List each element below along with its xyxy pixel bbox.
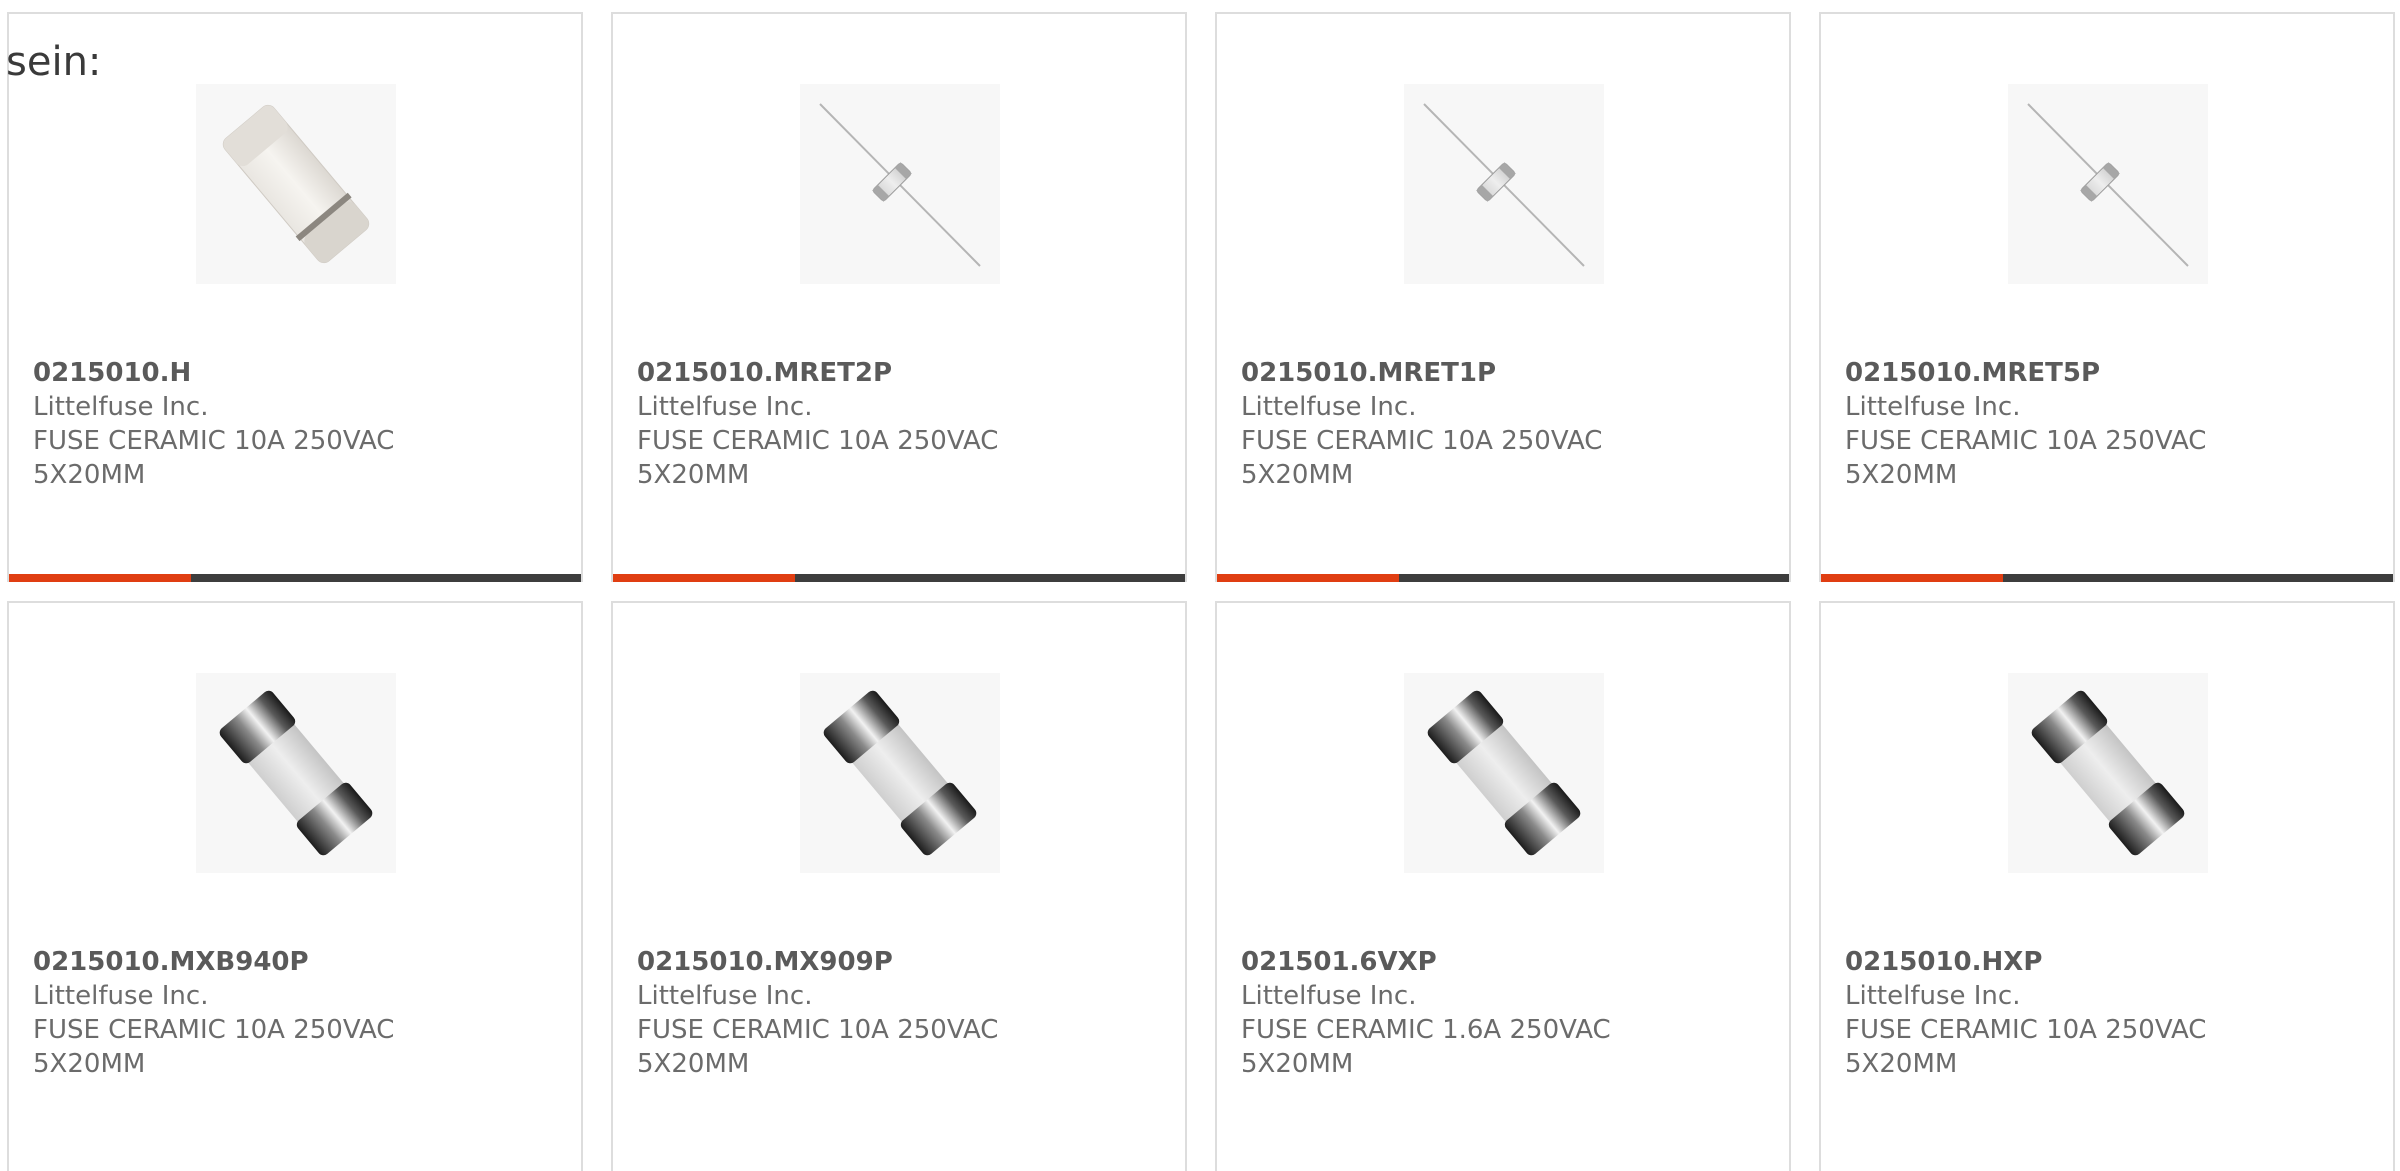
cartridge-fuse-metal-caps-icon <box>2031 690 2185 856</box>
description-line-2: 5X20MM <box>33 460 146 490</box>
description-line-1: FUSE CERAMIC 10A 250VAC <box>33 426 395 456</box>
part-number-link[interactable]: 0215010.MX909P <box>637 945 1157 979</box>
description-line-2: 5X20MM <box>1845 460 1958 490</box>
card-footer-bar <box>1217 574 1789 582</box>
part-number-link[interactable]: 0215010.HXP <box>1845 945 2365 979</box>
part-number-link[interactable]: 0215010.MRET5P <box>1845 356 2365 390</box>
product-image[interactable] <box>800 673 1000 873</box>
manufacturer: Littelfuse Inc. <box>33 981 209 1011</box>
description-line-2: 5X20MM <box>33 1049 146 1079</box>
card-footer-accent <box>1217 574 1399 582</box>
axial-lead-fuse-icon <box>1423 103 1585 267</box>
axial-lead-fuse-icon <box>819 103 981 267</box>
product-card[interactable]: 0215010.HXP Littelfuse Inc. FUSE CERAMIC… <box>1819 601 2395 1171</box>
product-card[interactable]: 0215010.MX909P Littelfuse Inc. FUSE CERA… <box>611 601 1187 1171</box>
card-footer-accent <box>1821 574 2003 582</box>
product-info: 0215010.MRET1P Littelfuse Inc. FUSE CERA… <box>1241 356 1761 492</box>
cartridge-fuse-metal-caps-icon <box>823 690 977 856</box>
manufacturer: Littelfuse Inc. <box>1845 981 2021 1011</box>
product-info: 021501.6VXP Littelfuse Inc. FUSE CERAMIC… <box>1241 945 1761 1081</box>
product-card[interactable]: 021501.6VXP Littelfuse Inc. FUSE CERAMIC… <box>1215 601 1791 1171</box>
card-footer-accent <box>9 574 191 582</box>
cartridge-fuse-metal-caps-icon <box>219 690 373 856</box>
description-line-2: 5X20MM <box>637 460 750 490</box>
manufacturer: Littelfuse Inc. <box>33 392 209 422</box>
card-footer-bar <box>613 574 1185 582</box>
cartridge-fuse-metal-caps-icon <box>1427 690 1581 856</box>
part-number-link[interactable]: 021501.6VXP <box>1241 945 1761 979</box>
manufacturer: Littelfuse Inc. <box>637 392 813 422</box>
product-image[interactable] <box>1404 84 1604 284</box>
product-card[interactable]: 0215010.MRET5P Littelfuse Inc. FUSE CERA… <box>1819 12 2395 582</box>
part-number-link[interactable]: 0215010.H <box>33 356 553 390</box>
product-image[interactable] <box>2008 673 2208 873</box>
card-footer-bar <box>1821 574 2393 582</box>
intro-text: sein: <box>6 39 102 85</box>
product-card[interactable]: 0215010.MRET1P Littelfuse Inc. FUSE CERA… <box>1215 12 1791 582</box>
description-line-1: FUSE CERAMIC 10A 250VAC <box>637 426 999 456</box>
product-image[interactable] <box>800 84 1000 284</box>
description-line-1: FUSE CERAMIC 10A 250VAC <box>1845 1015 2207 1045</box>
card-footer-bar <box>9 574 581 582</box>
product-image[interactable] <box>2008 84 2208 284</box>
product-card[interactable]: 0215010.H Littelfuse Inc. FUSE CERAMIC 1… <box>7 12 583 582</box>
description-line-1: FUSE CERAMIC 10A 250VAC <box>1845 426 2207 456</box>
product-info: 0215010.MRET2P Littelfuse Inc. FUSE CERA… <box>637 356 1157 492</box>
part-number-link[interactable]: 0215010.MRET1P <box>1241 356 1761 390</box>
product-image[interactable] <box>1404 673 1604 873</box>
description-line-1: FUSE CERAMIC 10A 250VAC <box>1241 426 1603 456</box>
product-card[interactable]: 0215010.MXB940P Littelfuse Inc. FUSE CER… <box>7 601 583 1171</box>
part-number-link[interactable]: 0215010.MXB940P <box>33 945 553 979</box>
product-info: 0215010.HXP Littelfuse Inc. FUSE CERAMIC… <box>1845 945 2365 1081</box>
description-line-1: FUSE CERAMIC 10A 250VAC <box>33 1015 395 1045</box>
product-info: 0215010.MX909P Littelfuse Inc. FUSE CERA… <box>637 945 1157 1081</box>
product-info: 0215010.MXB940P Littelfuse Inc. FUSE CER… <box>33 945 553 1081</box>
axial-lead-fuse-icon <box>2027 103 2189 267</box>
description-line-1: FUSE CERAMIC 1.6A 250VAC <box>1241 1015 1611 1045</box>
product-card[interactable]: 0215010.MRET2P Littelfuse Inc. FUSE CERA… <box>611 12 1187 582</box>
ceramic-fuse-white-icon <box>222 104 370 264</box>
manufacturer: Littelfuse Inc. <box>1241 981 1417 1011</box>
product-info: 0215010.MRET5P Littelfuse Inc. FUSE CERA… <box>1845 356 2365 492</box>
product-image[interactable] <box>196 673 396 873</box>
description-line-2: 5X20MM <box>1241 460 1354 490</box>
manufacturer: Littelfuse Inc. <box>1845 392 2021 422</box>
product-info: 0215010.H Littelfuse Inc. FUSE CERAMIC 1… <box>33 356 553 492</box>
manufacturer: Littelfuse Inc. <box>1241 392 1417 422</box>
description-line-2: 5X20MM <box>1845 1049 1958 1079</box>
description-line-2: 5X20MM <box>637 1049 750 1079</box>
description-line-1: FUSE CERAMIC 10A 250VAC <box>637 1015 999 1045</box>
manufacturer: Littelfuse Inc. <box>637 981 813 1011</box>
card-footer-accent <box>613 574 795 582</box>
product-image[interactable] <box>196 84 396 284</box>
part-number-link[interactable]: 0215010.MRET2P <box>637 356 1157 390</box>
description-line-2: 5X20MM <box>1241 1049 1354 1079</box>
